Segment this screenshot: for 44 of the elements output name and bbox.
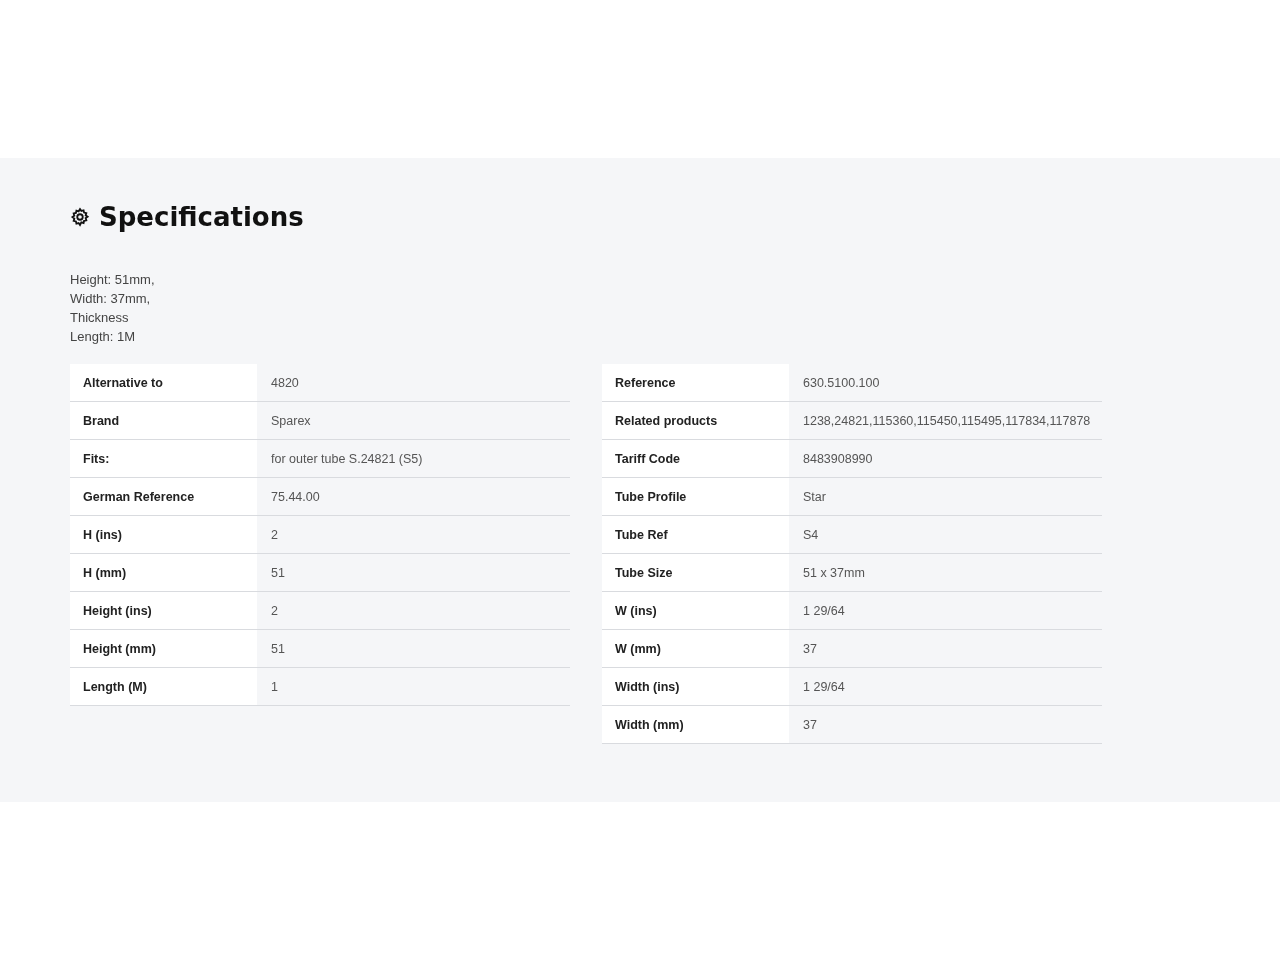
spec-label: W (ins) xyxy=(602,592,789,629)
spec-label: Length (M) xyxy=(70,668,257,705)
spec-label: H (mm) xyxy=(70,554,257,591)
description-line: Width: 37mm, xyxy=(70,290,151,308)
spec-value: 2 xyxy=(270,602,279,620)
spec-label: Height (mm) xyxy=(70,630,257,667)
spec-value: 8483908990 xyxy=(802,450,874,468)
spec-value: 37 xyxy=(802,716,818,734)
spec-label: Reference xyxy=(602,364,789,401)
spec-label: Fits: xyxy=(70,440,257,477)
spec-value: 37 xyxy=(802,640,818,658)
spec-value: 51 xyxy=(270,640,286,658)
spec-label: German Reference xyxy=(70,478,257,515)
spec-label: Width (mm) xyxy=(602,706,789,743)
spec-label: Alternative to xyxy=(70,364,257,401)
spec-value: 1 29/64 xyxy=(802,678,846,696)
spec-value: for outer tube S.24821 (S5) xyxy=(270,450,424,468)
spec-value: 1 29/64 xyxy=(802,602,846,620)
spec-value: 1238,24821,115360,115450,115495,117834,117878 xyxy=(802,412,1092,430)
spec-value: 2 xyxy=(270,526,279,544)
spec-value: 51 x 37mm xyxy=(802,564,866,582)
spec-value: 630.5100.100 xyxy=(802,374,881,392)
spec-label: W (mm) xyxy=(602,630,789,667)
description-line: Thickness xyxy=(70,309,129,327)
section-title: Specifications xyxy=(99,202,304,232)
spec-label: Tube Ref xyxy=(602,516,789,553)
spec-label: Related products xyxy=(602,402,789,439)
spec-value: 75.44.00 xyxy=(270,488,321,506)
spec-label: Height (ins) xyxy=(70,592,257,629)
spec-value: 1 xyxy=(270,678,279,696)
description-line: Length: 1M xyxy=(70,328,136,346)
spec-label: Width (ins) xyxy=(602,668,789,705)
spec-value: S4 xyxy=(802,526,820,544)
spec-label: Tube Profile xyxy=(602,478,789,515)
spec-value: Sparex xyxy=(270,412,312,430)
spec-label: Tube Size xyxy=(602,554,789,591)
spec-value: 51 xyxy=(270,564,286,582)
spec-value: 4820 xyxy=(270,374,300,392)
spec-value: Star xyxy=(802,488,827,506)
spec-label: Brand xyxy=(70,402,257,439)
settings-icon xyxy=(70,207,90,227)
spec-label: H (ins) xyxy=(70,516,257,553)
description-line: Height: 51mm, xyxy=(70,271,155,289)
spec-label: Tariff Code xyxy=(602,440,789,477)
